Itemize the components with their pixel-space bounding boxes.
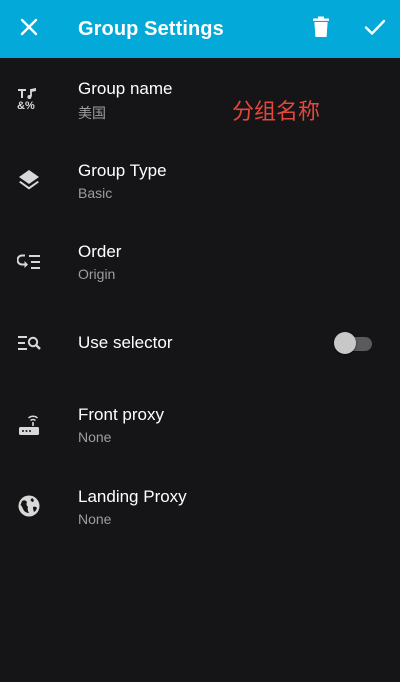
group-type-label: Group Type bbox=[78, 160, 167, 180]
front-proxy-row[interactable]: Front proxy None bbox=[0, 384, 400, 466]
group-type-row[interactable]: Group Type Basic bbox=[0, 140, 400, 222]
group-name-row[interactable]: &% Group name 美国 分组名称 bbox=[0, 58, 400, 140]
app-bar: Group Settings bbox=[0, 0, 400, 58]
group-name-annotation: 分组名称 bbox=[232, 99, 321, 124]
router-icon bbox=[16, 412, 42, 438]
globe-icon bbox=[16, 493, 42, 519]
use-selector-toggle[interactable] bbox=[334, 331, 374, 355]
landing-proxy-value: None bbox=[78, 510, 112, 527]
check-icon bbox=[364, 18, 386, 41]
sort-order-icon bbox=[16, 249, 42, 275]
order-value: Origin bbox=[78, 266, 116, 282]
group-name-label: Group name bbox=[78, 79, 173, 98]
front-proxy-label: Front proxy bbox=[78, 405, 164, 424]
confirm-button[interactable] bbox=[346, 0, 400, 58]
order-label: Order bbox=[78, 242, 122, 261]
group-name-value: 美国 bbox=[78, 105, 106, 121]
order-row[interactable]: Order Origin bbox=[0, 221, 400, 303]
list-search-icon bbox=[16, 330, 42, 356]
layers-icon bbox=[16, 167, 42, 193]
use-selector-label: Use selector bbox=[78, 333, 173, 353]
svg-text:&%: &% bbox=[17, 100, 35, 111]
close-icon bbox=[19, 17, 39, 42]
trash-icon bbox=[312, 16, 330, 43]
close-button[interactable] bbox=[0, 0, 58, 58]
use-selector-row[interactable]: Use selector bbox=[0, 303, 400, 385]
front-proxy-value: None bbox=[78, 429, 112, 445]
group-type-value: Basic bbox=[78, 184, 113, 201]
landing-proxy-label: Landing Proxy bbox=[78, 486, 187, 506]
settings-list: &% Group name 美国 分组名称 Group Type Basic O… bbox=[0, 58, 400, 547]
landing-proxy-row[interactable]: Landing Proxy None bbox=[0, 466, 400, 548]
text-format-icon: &% bbox=[16, 86, 42, 112]
delete-button[interactable] bbox=[292, 0, 350, 58]
page-title: Group Settings bbox=[78, 18, 224, 40]
